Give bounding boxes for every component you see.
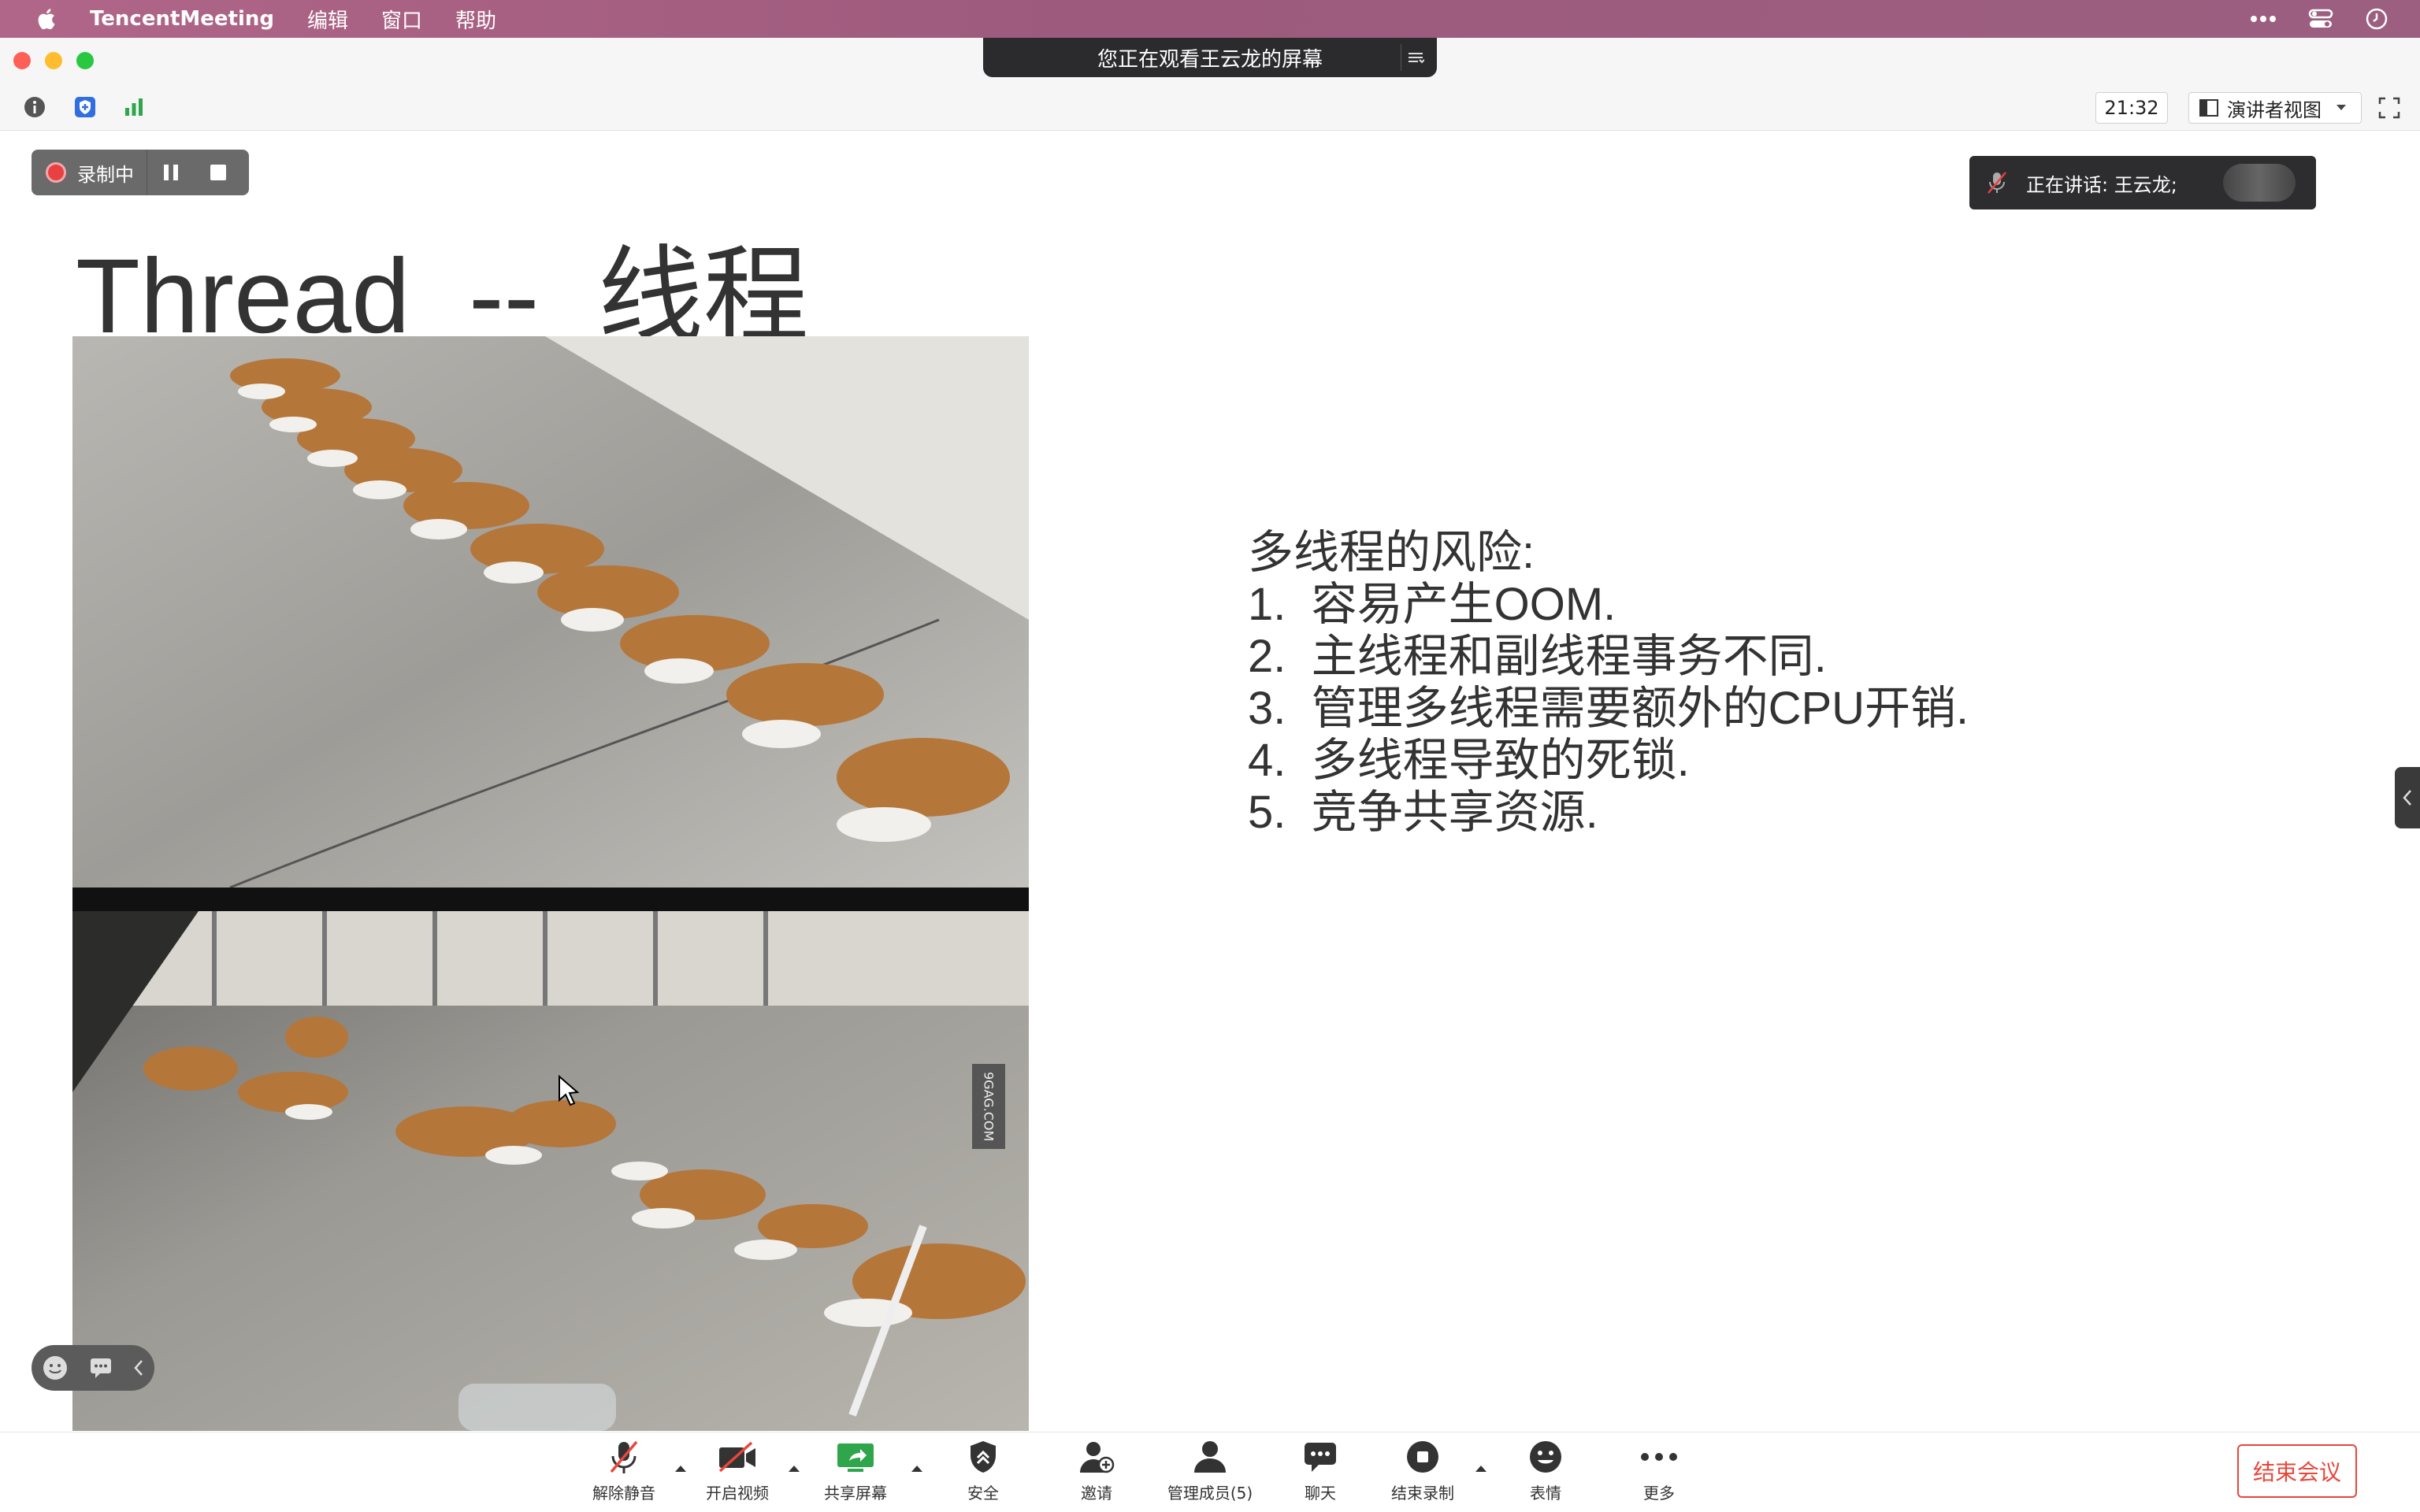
smiley-icon — [1525, 1438, 1566, 1476]
recording-indicator: 录制中 — [32, 150, 249, 195]
stop-icon — [210, 165, 226, 180]
window-zoom-button[interactable] — [76, 52, 94, 69]
chat-button[interactable]: 聊天 — [1265, 1438, 1375, 1509]
menu-app-name[interactable]: TencentMeeting — [90, 7, 274, 31]
speaker-avatar — [2223, 164, 2296, 202]
muted-mic-icon — [1987, 171, 2007, 195]
risk-item: 5. 竞争共享资源. — [1248, 787, 1598, 838]
risk-item: 3. 管理多线程需要额外的CPU开销. — [1248, 683, 1969, 734]
speaking-label: 正在讲话: 王云龙; — [2026, 173, 2177, 196]
viewing-banner: 您正在观看王云龙的屏幕 — [983, 38, 1437, 77]
shared-screen: Thread -- 线程 9GAG.COM 多线程的风险: 1. 容易产生OOM… — [0, 132, 2420, 1431]
caret-up-icon — [1475, 1466, 1487, 1472]
manage-members-label: 管理成员(5) — [1167, 1484, 1253, 1503]
reactions-label: 表情 — [1530, 1484, 1561, 1503]
risk-item: 1. 容易产生OOM. — [1248, 579, 1616, 630]
clock-icon[interactable] — [2365, 7, 2388, 31]
stop-recording-mini-button[interactable] — [195, 150, 242, 195]
start-video-label: 开启视频 — [706, 1484, 769, 1503]
security-shield-icon[interactable] — [72, 94, 98, 120]
invite-label: 邀请 — [1081, 1484, 1112, 1503]
share-screen-icon — [835, 1438, 876, 1476]
caret-up-icon — [911, 1466, 922, 1472]
video-options-caret[interactable] — [786, 1461, 802, 1477]
chat-label: 聊天 — [1305, 1484, 1336, 1503]
dropdown-caret-icon — [2336, 105, 2346, 110]
end-meeting-button[interactable]: 结束会议 — [2237, 1444, 2357, 1498]
share-screen-label: 共享屏幕 — [824, 1484, 887, 1503]
invite-button[interactable]: 邀请 — [1041, 1438, 1152, 1509]
shield-icon — [963, 1438, 1004, 1476]
pause-recording-button[interactable] — [147, 150, 195, 195]
security-button[interactable]: 安全 — [928, 1438, 1038, 1509]
apple-icon[interactable] — [35, 7, 57, 31]
menu-edit[interactable]: 编辑 — [307, 5, 348, 34]
risk-list: 多线程的风险: 1. 容易产生OOM. 2. 主线程和副线程事务不同. 3. 管… — [1248, 527, 1969, 839]
puppies-image — [72, 336, 1029, 1431]
more-dots-icon[interactable] — [2250, 15, 2277, 23]
photo-watermark: 9GAG.COM — [972, 1064, 1005, 1149]
pause-icon — [164, 165, 178, 180]
control-center-icon[interactable] — [2308, 8, 2333, 30]
layout-icon — [2199, 99, 2218, 117]
risk-item: 2. 主线程和副线程事务不同. — [1248, 631, 1827, 682]
chevron-left-icon — [2403, 790, 2411, 806]
more-label: 更多 — [1643, 1484, 1675, 1503]
viewing-banner-text: 您正在观看王云龙的屏幕 — [1097, 47, 1323, 72]
speaking-indicator: 正在讲话: 王云龙; — [1969, 156, 2316, 209]
menu-help[interactable]: 帮助 — [455, 5, 496, 34]
info-icon[interactable] — [22, 94, 47, 120]
view-mode-label: 演讲者视图 — [2227, 98, 2322, 121]
recording-label: 录制中 — [77, 163, 134, 186]
members-icon — [1190, 1438, 1230, 1476]
share-options-caret[interactable] — [909, 1461, 925, 1477]
reactions-button[interactable]: 表情 — [1490, 1438, 1601, 1509]
network-signal-icon[interactable] — [121, 94, 147, 120]
meeting-toolbar — [0, 83, 2420, 131]
fullscreen-icon[interactable] — [2376, 94, 2403, 121]
caret-up-icon — [789, 1466, 800, 1472]
start-video-button[interactable]: 开启视频 — [682, 1438, 792, 1509]
view-mode-dropdown[interactable]: 演讲者视图 — [2188, 92, 2362, 124]
more-dots-icon — [1639, 1438, 1680, 1476]
video-off-icon — [717, 1438, 758, 1476]
muted-mic-icon — [603, 1438, 644, 1476]
manage-members-button[interactable]: 管理成员(5) — [1155, 1438, 1265, 1509]
emoji-icon[interactable] — [42, 1354, 69, 1381]
chevron-left-icon[interactable] — [133, 1359, 144, 1377]
stop-recording-label: 结束录制 — [1391, 1484, 1454, 1503]
stop-record-icon — [1402, 1438, 1443, 1476]
risk-item: 4. 多线程导致的死锁. — [1248, 735, 1690, 786]
floating-tools — [32, 1345, 154, 1391]
slide-photo: 9GAG.COM — [72, 336, 1029, 1431]
recording-options-caret[interactable] — [1473, 1461, 1489, 1477]
meeting-timer: 21:32 — [2095, 92, 2168, 124]
add-user-icon — [1076, 1438, 1117, 1476]
share-screen-button[interactable]: 共享屏幕 — [800, 1438, 911, 1509]
chat-icon — [1300, 1438, 1341, 1476]
menu-window[interactable]: 窗口 — [381, 5, 422, 34]
risk-heading: 多线程的风险: — [1248, 527, 1535, 578]
unmute-label: 解除静音 — [592, 1484, 655, 1503]
record-dot-icon — [46, 162, 66, 183]
security-label: 安全 — [967, 1484, 999, 1503]
side-panel-toggle[interactable] — [2395, 767, 2420, 828]
window-close-button[interactable] — [13, 52, 31, 69]
window-minimize-button[interactable] — [45, 52, 62, 69]
unmute-button[interactable]: 解除静音 — [569, 1438, 679, 1509]
more-button[interactable]: 更多 — [1604, 1438, 1714, 1509]
banner-menu-icon[interactable] — [1401, 44, 1429, 71]
chat-bubble-icon[interactable] — [89, 1357, 113, 1379]
stop-recording-button[interactable]: 结束录制 — [1368, 1438, 1478, 1509]
menu-bar: TencentMeeting 编辑 窗口 帮助 — [0, 0, 2420, 38]
